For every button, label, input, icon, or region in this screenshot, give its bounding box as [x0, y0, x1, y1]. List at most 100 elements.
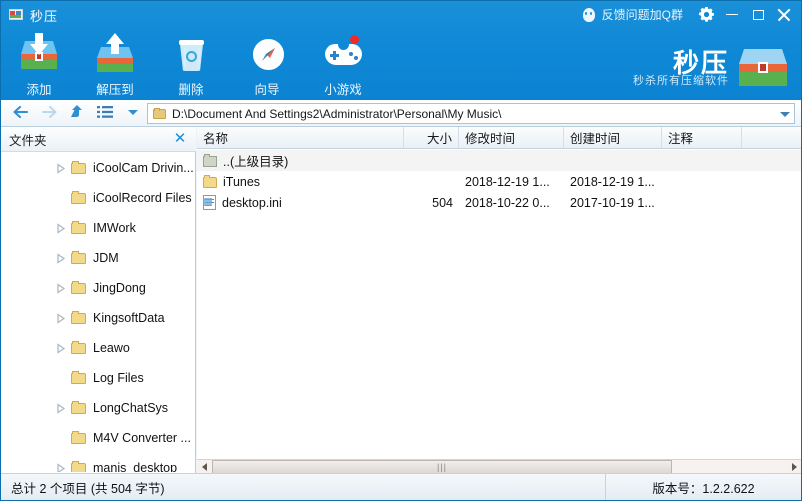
tree-item-label: iCoolCam Drivin...	[93, 161, 194, 175]
folder-icon	[71, 311, 87, 325]
tree-item[interactable]: JingDong	[1, 273, 195, 303]
file-name-text: iTunes	[223, 174, 261, 189]
tree-item[interactable]: IMWork	[1, 213, 195, 243]
arrow-left-icon	[12, 104, 30, 123]
ini-file-icon	[203, 195, 217, 210]
file-list-panel: 名称 大小 修改时间 创建时间 注释 ..(上级目录) iTunes 2018-12-19 …	[197, 127, 801, 473]
column-header-size[interactable]: 大小	[404, 127, 459, 148]
window-header: 秒压 反馈问题加Q群 添加 解压到 删除 向导 小游戏 秒压 秒杀所有压缩软件	[1, 1, 801, 100]
up-button[interactable]	[63, 101, 91, 125]
chevron-right-icon[interactable]	[55, 162, 66, 174]
tree-item[interactable]: iCoolCam Drivin...	[1, 153, 195, 183]
tree-item[interactable]: JDM	[1, 243, 195, 273]
file-row[interactable]: iTunes 2018-12-19 1... 2018-12-19 1...	[197, 171, 801, 192]
chevron-right-icon[interactable]	[55, 252, 66, 264]
folder-icon	[71, 431, 87, 445]
arrow-up-icon	[68, 103, 86, 123]
scroll-right-button[interactable]	[786, 460, 801, 474]
settings-button[interactable]	[693, 2, 719, 28]
app-title: 秒压	[30, 9, 59, 24]
folder-panel-title: 文件夹	[9, 133, 47, 148]
address-bar[interactable]: D:\Document And Settings2\Administrator\…	[147, 103, 795, 124]
toolbar-button-wizard-label: 向导	[254, 83, 280, 97]
tree-item[interactable]: LongChatSys	[1, 393, 195, 423]
column-header-mod[interactable]: 修改时间	[459, 127, 564, 148]
close-icon[interactable]: ✕	[172, 131, 188, 147]
gear-icon	[698, 7, 714, 22]
scrollbar-track[interactable]: |||	[212, 460, 786, 474]
arrow-right-icon	[40, 104, 58, 123]
tree-item-label: Leawo	[93, 341, 130, 355]
address-path-text[interactable]: D:\Document And Settings2\Administrator\…	[172, 107, 776, 121]
folder-icon	[71, 251, 87, 265]
tree-item[interactable]: iCoolRecord Files	[1, 183, 195, 213]
recycle-bin-icon	[167, 33, 215, 77]
brand-logo: 秒压 秒杀所有压缩软件	[621, 45, 791, 93]
file-list-header: 名称 大小 修改时间 创建时间 注释	[197, 127, 801, 149]
address-dropdown-button[interactable]	[776, 104, 794, 123]
column-header-name[interactable]: 名称	[197, 127, 404, 148]
chevron-right-icon[interactable]	[55, 402, 66, 414]
tree-item-label: Log Files	[93, 371, 144, 385]
titlebar-controls: 反馈问题加Q群	[581, 1, 797, 28]
tree-item-label: iCoolRecord Files	[93, 191, 192, 205]
file-created-cell: 2018-12-19 1...	[570, 174, 655, 189]
maximize-button[interactable]	[745, 2, 771, 28]
file-size-cell: 504	[432, 195, 453, 210]
folder-icon	[71, 221, 87, 235]
chevron-right-icon[interactable]	[55, 462, 66, 472]
tree-item[interactable]: M4V Converter ...	[1, 423, 195, 453]
toolbar-button-games[interactable]: 小游戏	[305, 28, 381, 100]
file-name-text: ..(上级目录)	[223, 155, 289, 169]
tree-item[interactable]: KingsoftData	[1, 303, 195, 333]
chevron-right-icon[interactable]	[55, 342, 66, 354]
tree-item[interactable]: Leawo	[1, 333, 195, 363]
toolbar-button-add[interactable]: 添加	[1, 28, 77, 100]
tree-item-label: JingDong	[93, 281, 146, 295]
file-row[interactable]: ..(上级目录)	[197, 150, 801, 171]
file-name-cell: iTunes	[197, 174, 404, 189]
maximize-icon	[752, 9, 764, 20]
chevron-right-icon[interactable]	[55, 282, 66, 294]
folder-tree[interactable]: iCoolCam Drivin... iCoolRecord Files IMWor…	[1, 153, 195, 472]
tree-item-label: LongChatSys	[93, 401, 169, 415]
close-button[interactable]	[771, 2, 797, 28]
scroll-left-button[interactable]	[197, 460, 212, 474]
file-list-horizontal-scrollbar[interactable]: |||	[197, 459, 801, 474]
view-list-button[interactable]	[91, 101, 119, 125]
tree-item[interactable]: Log Files	[1, 363, 195, 393]
toolbar-button-delete[interactable]: 删除	[153, 28, 229, 100]
toolbar-button-extract[interactable]: 解压到	[77, 28, 153, 100]
toolbar-button-extract-label: 解压到	[96, 83, 134, 97]
file-name-cell: ..(上级目录)	[197, 151, 404, 170]
folder-icon	[71, 161, 87, 175]
tree-item-label: KingsoftData	[93, 311, 165, 325]
chevron-right-icon[interactable]	[55, 312, 66, 324]
new-badge-dot	[350, 35, 359, 44]
toolbar-button-add-label: 添加	[26, 83, 52, 97]
tree-item-label: manis_desktop	[93, 461, 178, 472]
qq-penguin-icon	[581, 7, 597, 23]
feedback-label: 反馈问题加Q群	[601, 7, 683, 22]
column-header-cre[interactable]: 创建时间	[564, 127, 662, 148]
brand-tagline: 秒杀所有压缩软件	[633, 75, 729, 87]
tree-item[interactable]: manis_desktop	[1, 453, 195, 472]
tree-item-label: M4V Converter ...	[93, 431, 191, 445]
file-row[interactable]: desktop.ini 504 2018-10-22 0... 2017-10-19 …	[197, 192, 801, 213]
file-list-rows[interactable]: ..(上级目录) iTunes 2018-12-19 1... 2018-12-19 …	[197, 150, 801, 450]
feedback-qq-link[interactable]: 反馈问题加Q群	[581, 6, 683, 24]
toolbar-button-wizard[interactable]: 向导	[229, 28, 305, 100]
folder-icon	[71, 281, 87, 295]
status-summary: 总计 2 个项目 (共 504 字节)	[11, 481, 165, 496]
minimize-button[interactable]	[719, 2, 745, 28]
forward-button[interactable]	[35, 101, 63, 125]
view-dropdown-button[interactable]	[119, 101, 147, 125]
back-button[interactable]	[7, 101, 35, 125]
column-header-note[interactable]: 注释	[662, 127, 742, 148]
tree-item-label: JDM	[93, 251, 119, 265]
scrollbar-thumb[interactable]: |||	[212, 460, 672, 474]
app-icon	[9, 7, 24, 22]
parent-folder-icon	[203, 153, 218, 168]
chevron-right-icon[interactable]	[55, 222, 66, 234]
folder-icon	[71, 371, 87, 385]
